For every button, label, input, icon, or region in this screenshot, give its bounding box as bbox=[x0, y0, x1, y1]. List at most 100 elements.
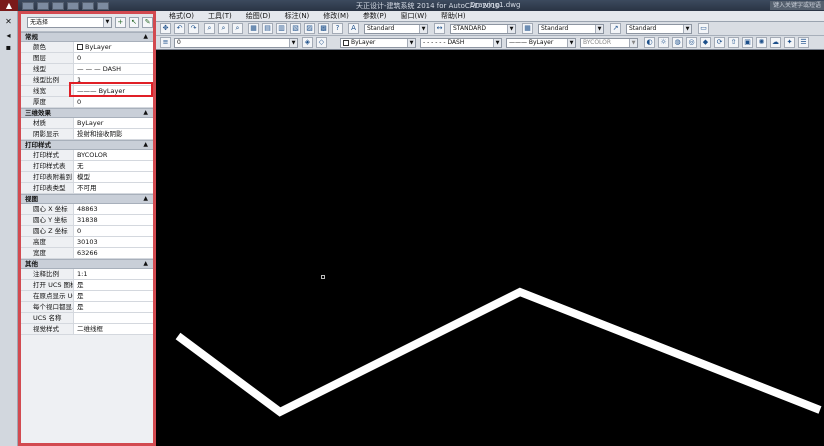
property-row[interactable]: 线型 — — — DASH bbox=[21, 64, 153, 75]
property-row[interactable]: 每个视口都显... 是 bbox=[21, 302, 153, 313]
make-current-layer-icon[interactable]: ◈ bbox=[302, 37, 313, 48]
property-row[interactable]: 注释比例 1:1 bbox=[21, 269, 153, 280]
linetype-scale-input[interactable]: 1 bbox=[74, 75, 153, 85]
property-row[interactable]: 圆心 X 坐标 48863 bbox=[21, 204, 153, 215]
section-header[interactable]: 三维效果 ▲ bbox=[21, 108, 153, 118]
menu-help[interactable]: 帮助(H) bbox=[434, 11, 473, 21]
text-style-select[interactable]: Standard ▼ bbox=[364, 24, 428, 34]
property-row[interactable]: 打开 UCS 图标是 bbox=[21, 280, 153, 291]
sky-icon[interactable]: ☁ bbox=[770, 37, 781, 48]
lamp-icon[interactable]: ✦ bbox=[784, 37, 795, 48]
menu-draw[interactable]: 绘图(D) bbox=[239, 11, 278, 21]
design-center-icon[interactable]: ▤ bbox=[262, 23, 273, 34]
collapse-arrow-icon[interactable]: ▲ bbox=[143, 260, 148, 268]
table-style-select[interactable]: Standard ▼ bbox=[538, 24, 604, 34]
materials-icon[interactable]: ◍ bbox=[672, 37, 683, 48]
property-row[interactable]: 圆心 Y 坐标 31838 bbox=[21, 215, 153, 226]
sun-icon[interactable]: ✺ bbox=[756, 37, 767, 48]
lineweight-select[interactable]: ——— ByLayer ▼ bbox=[506, 38, 576, 48]
section-header[interactable]: 打印样式 ▲ bbox=[21, 140, 153, 150]
property-row[interactable]: 圆心 Z 坐标 0 bbox=[21, 226, 153, 237]
palette-menu-icon[interactable]: ▪ bbox=[4, 43, 13, 52]
property-row[interactable]: 视觉样式 二维线框 bbox=[21, 324, 153, 335]
menu-tools[interactable]: 工具(T) bbox=[201, 11, 239, 21]
drawing-area[interactable] bbox=[156, 50, 824, 446]
app-logo-icon[interactable]: ▲ bbox=[0, 0, 18, 11]
properties-icon[interactable]: ▦ bbox=[248, 23, 259, 34]
property-row[interactable]: 打印表附着到 模型 bbox=[21, 172, 153, 183]
dim-style-icon[interactable]: ↔ bbox=[434, 23, 445, 34]
property-row[interactable]: 打印样式 BYCOLOR bbox=[21, 150, 153, 161]
layer-manager-icon[interactable]: ≡ bbox=[160, 37, 171, 48]
menu-modify[interactable]: 修改(M) bbox=[316, 11, 356, 21]
menu-parameters[interactable]: 参数(P) bbox=[356, 11, 394, 21]
orbit-icon[interactable]: ⟳ bbox=[714, 37, 725, 48]
new-file-icon[interactable] bbox=[22, 1, 34, 10]
autohide-icon[interactable]: ◂ bbox=[4, 31, 13, 40]
zoom-previous-icon[interactable]: ⌕ bbox=[232, 23, 243, 34]
undo-icon[interactable] bbox=[67, 1, 79, 10]
polyline-entity[interactable] bbox=[175, 287, 822, 417]
layout-icon[interactable]: ▭ bbox=[698, 23, 709, 34]
help-icon[interactable]: ? bbox=[332, 23, 343, 34]
property-row[interactable]: 颜色 ByLayer bbox=[21, 42, 153, 53]
property-row[interactable]: 线宽 ——— ByLayer bbox=[21, 86, 153, 97]
plot-icon[interactable] bbox=[97, 1, 109, 10]
collapse-arrow-icon[interactable]: ▲ bbox=[143, 195, 148, 203]
text-style-icon[interactable]: A bbox=[348, 23, 359, 34]
menu-dimension[interactable]: 标注(N) bbox=[278, 11, 317, 21]
light-list-icon[interactable]: ☰ bbox=[798, 37, 809, 48]
walk-icon[interactable]: ⇧ bbox=[728, 37, 739, 48]
property-row[interactable]: 打印表类型 不可用 bbox=[21, 183, 153, 194]
sheet-set-icon[interactable]: ▧ bbox=[290, 23, 301, 34]
undo-icon[interactable]: ↶ bbox=[174, 23, 185, 34]
redo-icon[interactable] bbox=[82, 1, 94, 10]
property-row[interactable]: 阴影显示 投射和接收阴影 bbox=[21, 129, 153, 140]
pan-icon[interactable]: ✥ bbox=[160, 23, 171, 34]
property-row[interactable]: 高度 30103 bbox=[21, 237, 153, 248]
redo-icon[interactable]: ↷ bbox=[188, 23, 199, 34]
color-select[interactable]: ByLayer ▼ bbox=[340, 38, 416, 48]
layer-select[interactable]: 0 ▼ bbox=[174, 38, 298, 48]
menu-format[interactable]: 格式(O) bbox=[162, 11, 201, 21]
visual-style-icon[interactable]: ◎ bbox=[686, 37, 697, 48]
multileader-style-icon[interactable]: ↗ bbox=[610, 23, 621, 34]
tool-palettes-icon[interactable]: ▥ bbox=[276, 23, 287, 34]
section-header[interactable]: 其他 ▲ bbox=[21, 259, 153, 269]
property-row[interactable]: UCS 名称 bbox=[21, 313, 153, 324]
linetype-select[interactable]: - - - - - - DASH ▼ bbox=[420, 38, 502, 48]
section-header[interactable]: 视图 ▲ bbox=[21, 194, 153, 204]
property-row[interactable]: 厚度 0 bbox=[21, 97, 153, 108]
open-file-icon[interactable] bbox=[37, 1, 49, 10]
lights-icon[interactable]: ☼ bbox=[658, 37, 669, 48]
plotstyle-select[interactable]: BYCOLOR ▼ bbox=[580, 38, 638, 48]
3d-view-icon[interactable]: ◆ bbox=[700, 37, 711, 48]
property-row[interactable]: 图层 0 bbox=[21, 53, 153, 64]
camera-icon[interactable]: ▣ bbox=[742, 37, 753, 48]
linetype-scale-row[interactable]: 线型比例 1 bbox=[21, 75, 153, 86]
quick-select-icon[interactable]: ✎ bbox=[142, 17, 153, 28]
property-row[interactable]: 打印样式表无 bbox=[21, 161, 153, 172]
property-row[interactable]: 在原点显示 UC...是 bbox=[21, 291, 153, 302]
property-row[interactable]: 材质 ByLayer bbox=[21, 118, 153, 129]
select-objects-icon[interactable]: ↖ bbox=[128, 17, 140, 28]
zoom-window-icon[interactable]: ⌕ bbox=[218, 23, 229, 34]
property-row[interactable]: 宽度 63266 bbox=[21, 248, 153, 259]
search-input[interactable]: 键入关键字或短语 bbox=[770, 1, 824, 10]
markup-icon[interactable]: ▨ bbox=[304, 23, 315, 34]
pickadd-icon[interactable]: + bbox=[114, 17, 126, 28]
object-selection-select[interactable]: 无选择 ▼ bbox=[27, 17, 112, 28]
menu-window[interactable]: 窗口(W) bbox=[394, 11, 434, 21]
layer-previous-icon[interactable]: ◇ bbox=[316, 37, 327, 48]
collapse-arrow-icon[interactable]: ▲ bbox=[143, 33, 148, 41]
multileader-style-select[interactable]: Standard ▼ bbox=[626, 24, 692, 34]
dim-style-select[interactable]: STANDARD ▼ bbox=[450, 24, 516, 34]
zoom-realtime-icon[interactable]: ⌕ bbox=[204, 23, 215, 34]
collapse-arrow-icon[interactable]: ▲ bbox=[143, 109, 148, 117]
save-file-icon[interactable] bbox=[52, 1, 64, 10]
table-style-icon[interactable]: ▦ bbox=[522, 23, 533, 34]
collapse-arrow-icon[interactable]: ▲ bbox=[143, 141, 148, 149]
render-icon[interactable]: ◐ bbox=[644, 37, 655, 48]
close-icon[interactable]: ✕ bbox=[4, 17, 13, 26]
calculator-icon[interactable]: ▩ bbox=[318, 23, 329, 34]
